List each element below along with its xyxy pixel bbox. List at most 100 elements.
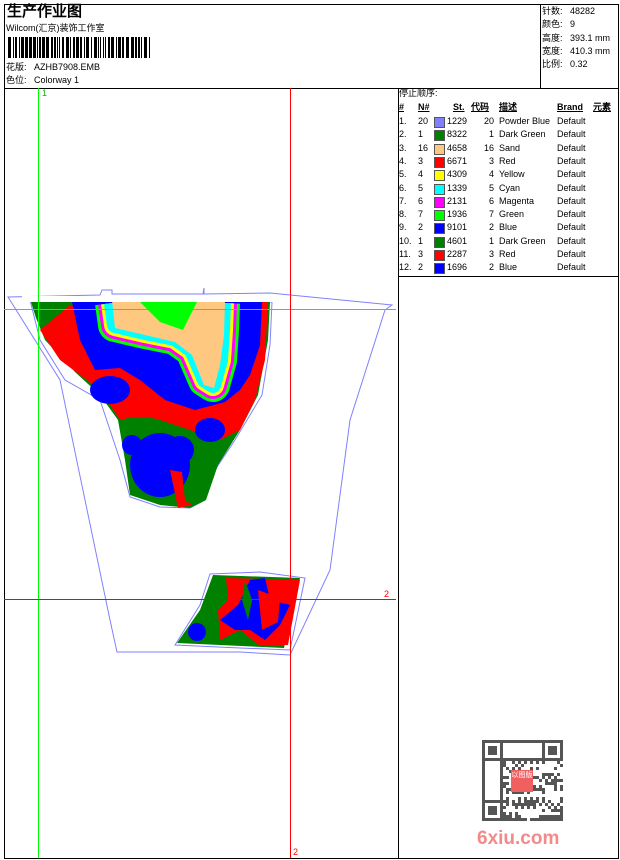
qr-module	[482, 782, 485, 785]
qr-module	[560, 746, 563, 749]
qr-module	[503, 761, 506, 764]
qr-module	[503, 776, 506, 779]
qr-module	[485, 818, 488, 821]
qr-module	[554, 758, 557, 761]
qr-module	[551, 779, 554, 782]
qr-module	[551, 815, 554, 818]
qr-module	[560, 797, 563, 800]
qr-module	[506, 767, 509, 770]
qr-module	[488, 758, 491, 761]
qr-module	[560, 818, 563, 821]
qr-module	[557, 818, 560, 821]
qr-module	[500, 806, 503, 809]
qr-module	[542, 743, 545, 746]
qr-module	[533, 785, 536, 788]
qr-module	[554, 740, 557, 743]
qr-module	[500, 767, 503, 770]
qr-module	[500, 794, 503, 797]
qr-module	[527, 758, 530, 761]
qr-module	[542, 800, 545, 803]
qr-module	[524, 803, 527, 806]
qr-module	[518, 803, 521, 806]
qr-module	[482, 818, 485, 821]
qr-module	[482, 809, 485, 812]
qr-module	[542, 761, 545, 764]
qr-module	[530, 740, 533, 743]
qr-module	[500, 779, 503, 782]
qr-module	[521, 818, 524, 821]
qr-module	[506, 776, 509, 779]
qr-module	[533, 806, 536, 809]
watermark-stamp: 以图版	[511, 770, 533, 792]
qr-module	[554, 746, 557, 749]
qr-module	[488, 752, 491, 755]
qr-module	[515, 815, 518, 818]
qr-module	[557, 815, 560, 818]
qr-module	[503, 812, 506, 815]
qr-module	[560, 785, 563, 788]
qr-module	[545, 818, 548, 821]
qr-module	[530, 800, 533, 803]
qr-module	[548, 776, 551, 779]
qr-module	[482, 794, 485, 797]
qr-module	[515, 818, 518, 821]
qr-module	[551, 740, 554, 743]
qr-module	[497, 740, 500, 743]
qr-module	[521, 806, 524, 809]
qr-module	[482, 800, 485, 803]
qr-module	[548, 800, 551, 803]
qr-module	[542, 755, 545, 758]
qr-module	[557, 773, 560, 776]
qr-module	[518, 797, 521, 800]
qr-module	[503, 785, 506, 788]
qr-module	[506, 788, 509, 791]
qr-module	[545, 815, 548, 818]
qr-module	[530, 797, 533, 800]
watermark-site: 6xiu.com	[477, 828, 560, 849]
qr-module	[536, 788, 539, 791]
qr-module	[512, 761, 515, 764]
qr-module	[557, 758, 560, 761]
qr-module	[542, 776, 545, 779]
qr-module	[500, 746, 503, 749]
qr-module	[494, 740, 497, 743]
qr-module	[488, 740, 491, 743]
qr-module	[551, 752, 554, 755]
qr-module	[500, 812, 503, 815]
qr-module	[554, 776, 557, 779]
qr-module	[488, 800, 491, 803]
qr-module	[539, 818, 542, 821]
qr-module	[500, 788, 503, 791]
qr-module	[494, 746, 497, 749]
qr-module	[506, 800, 509, 803]
qr-module	[542, 791, 545, 794]
qr-module	[515, 758, 518, 761]
qr-module	[554, 806, 557, 809]
qr-module	[551, 758, 554, 761]
qr-module	[560, 749, 563, 752]
qr-module	[545, 773, 548, 776]
qr-module	[503, 818, 506, 821]
qr-module	[533, 800, 536, 803]
qr-module	[482, 812, 485, 815]
qr-module	[542, 818, 545, 821]
qr-module	[548, 773, 551, 776]
qr-module	[542, 788, 545, 791]
qr-module	[506, 803, 509, 806]
qr-module	[545, 782, 548, 785]
qr-module	[500, 755, 503, 758]
qr-module	[503, 800, 506, 803]
qr-module	[488, 818, 491, 821]
qr-module	[482, 743, 485, 746]
qr-module	[554, 809, 557, 812]
qr-module	[509, 740, 512, 743]
qr-module	[560, 764, 563, 767]
qr-module	[500, 818, 503, 821]
qr-module	[500, 803, 503, 806]
qr-module	[509, 758, 512, 761]
qr-module	[560, 806, 563, 809]
qr-module	[545, 740, 548, 743]
qr-module	[503, 782, 506, 785]
qr-module	[524, 740, 527, 743]
qr-module	[551, 803, 554, 806]
